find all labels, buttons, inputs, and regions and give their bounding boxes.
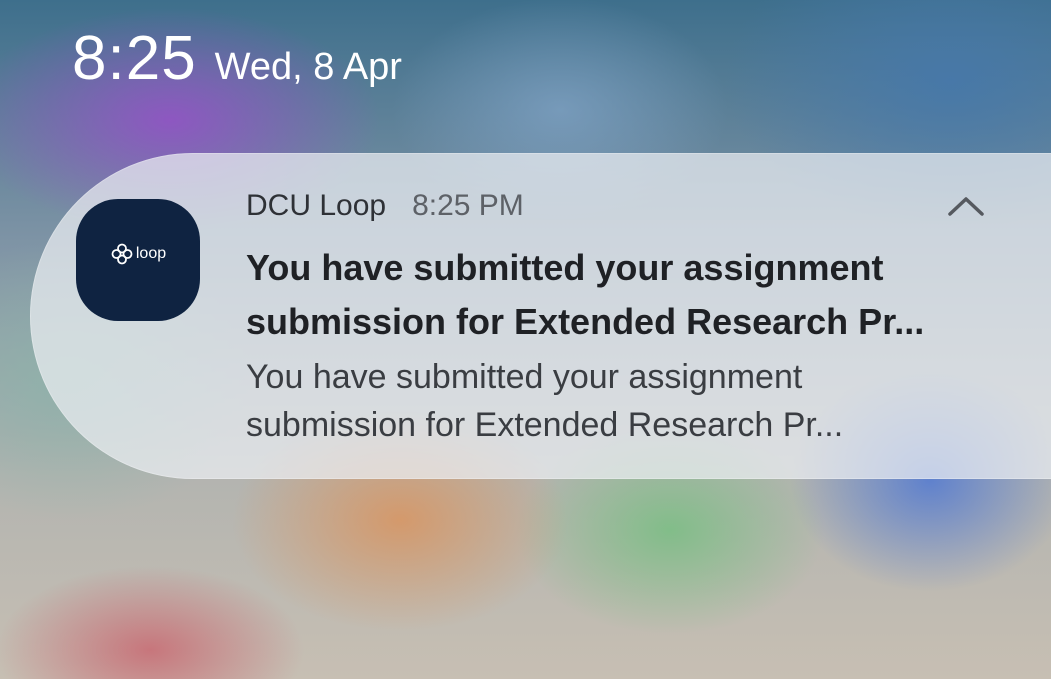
app-icon: loop [76, 199, 200, 321]
clock-date: Wed, 8 Apr [214, 46, 402, 88]
clock-time: 8:25 [72, 24, 197, 93]
notification-body: You have submitted your assignment submi… [246, 353, 1026, 449]
notification-header: DCU Loop 8:25 PM [246, 189, 524, 223]
notification-body-line: submission for Extended Research Pr... [246, 406, 844, 444]
notification-title-line: submission for Extended Research Pr... [246, 301, 925, 342]
notification-title: You have submitted your assignment submi… [246, 241, 1026, 349]
lock-screen-clock: 8:25 Wed, 8 Apr [72, 28, 402, 90]
app-icon-label: loop [135, 245, 167, 262]
notification-time: 8:25 PM [412, 189, 524, 222]
collapse-button[interactable] [944, 191, 988, 221]
loop-logo-icon [111, 243, 133, 265]
notification-body-line: You have submitted your assignment [246, 358, 803, 396]
notification-title-line: You have submitted your assignment [246, 247, 884, 288]
notification-card[interactable]: loop DCU Loop 8:25 PM You have submitted… [30, 153, 1051, 479]
app-name: DCU Loop [246, 189, 387, 222]
chevron-up-icon [948, 197, 984, 216]
